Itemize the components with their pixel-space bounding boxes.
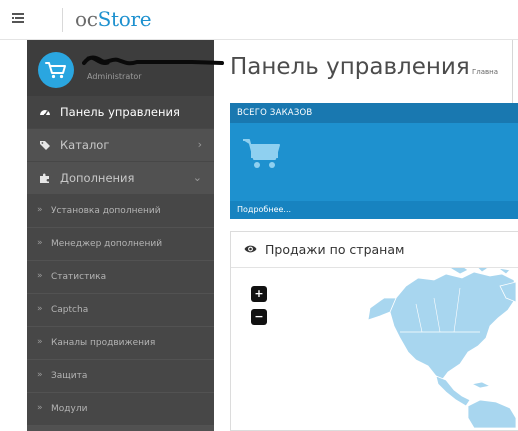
double-chevron-icon: » [37, 304, 43, 314]
submenu-item-modules[interactable]: » Модули [27, 393, 214, 426]
tile-heading-label: ВСЕГО ЗАКАЗОВ [237, 108, 313, 118]
avatar[interactable] [38, 52, 74, 88]
menu-item-extensions[interactable]: Дополнения ⌄ [27, 162, 214, 195]
submenu-item-feeds[interactable]: » Каналы продвижения [27, 327, 214, 360]
panel-title: Продажи по странам [265, 242, 405, 257]
submenu-item-install-extensions[interactable]: » Установка дополнений [27, 195, 214, 228]
map-north-america [389, 271, 516, 381]
avatar-cart-icon [45, 62, 66, 79]
submenu-item-label: Защита [51, 371, 88, 381]
puzzle-icon [40, 173, 49, 183]
double-chevron-icon: » [37, 271, 43, 281]
map-zoom-out-button[interactable]: − [251, 309, 267, 325]
map-zoom-in-button[interactable]: + [251, 286, 267, 302]
double-chevron-icon: » [37, 205, 43, 215]
popup-edge-divider [512, 40, 513, 106]
tags-icon [40, 141, 50, 150]
submenu-item-fraud-protection[interactable]: » Защита [27, 360, 214, 393]
logo-store-text: Store [97, 7, 152, 31]
dashboard-icon [40, 110, 50, 117]
submenu-item-label: Каналы продвижения [51, 338, 156, 348]
chevron-down-icon: ⌄ [192, 171, 202, 184]
tile-details-link[interactable]: Подробнее... [230, 201, 518, 219]
menu-item-catalog[interactable]: Каталог › [27, 129, 214, 162]
sidebar: Administrator Панель управления Каталог … [27, 40, 224, 431]
tile-details-label: Подробнее... [237, 205, 292, 214]
submenu-item-label: Модули [51, 404, 88, 414]
shopping-cart-icon [243, 139, 280, 168]
menu-item-dashboard[interactable]: Панель управления [27, 96, 214, 129]
logo-divider [62, 8, 63, 32]
map-caribbean [470, 381, 492, 389]
submenu-item-label: Статистика [51, 272, 107, 282]
user-profile: Administrator [27, 40, 224, 96]
submenu-item-extension-manager[interactable]: » Менеджер дополнений [27, 228, 214, 261]
submenu-item-label: Установка дополнений [51, 206, 161, 216]
submenu-item-label: Менеджер дополнений [51, 239, 163, 249]
submenu-item-statistics[interactable]: » Статистика [27, 261, 214, 294]
double-chevron-icon: » [37, 337, 43, 347]
panel-heading: Продажи по странам [231, 232, 518, 268]
eye-icon [244, 245, 257, 253]
logo-oc-text: oc [75, 7, 98, 31]
user-role: Administrator [87, 72, 142, 81]
submenu-item-captcha[interactable]: » Captcha [27, 294, 214, 327]
breadcrumb-home-link[interactable]: Главна [472, 68, 498, 76]
menu-item-label: Каталог [60, 138, 110, 152]
double-chevron-icon: » [37, 370, 43, 380]
top-header: ocStore [0, 0, 518, 40]
menu-item-label: Дополнения [60, 171, 135, 185]
total-orders-tile: ВСЕГО ЗАКАЗОВ Подробнее... [230, 103, 518, 219]
double-chevron-icon: » [37, 238, 43, 248]
map-central-america [435, 375, 471, 407]
world-map[interactable] [350, 268, 516, 428]
submenu-item-label: Captcha [51, 305, 89, 315]
map-south-america [467, 399, 516, 428]
menu-item-label: Панель управления [60, 105, 180, 119]
chevron-right-icon: › [197, 138, 202, 151]
double-chevron-icon: » [37, 403, 43, 413]
page-title: Панель управления [230, 54, 470, 80]
tile-heading: ВСЕГО ЗАКАЗОВ [230, 103, 518, 123]
redacted-username [82, 55, 224, 66]
menu-toggle-icon[interactable] [12, 13, 24, 24]
ocstore-logo[interactable]: ocStore [75, 7, 152, 31]
